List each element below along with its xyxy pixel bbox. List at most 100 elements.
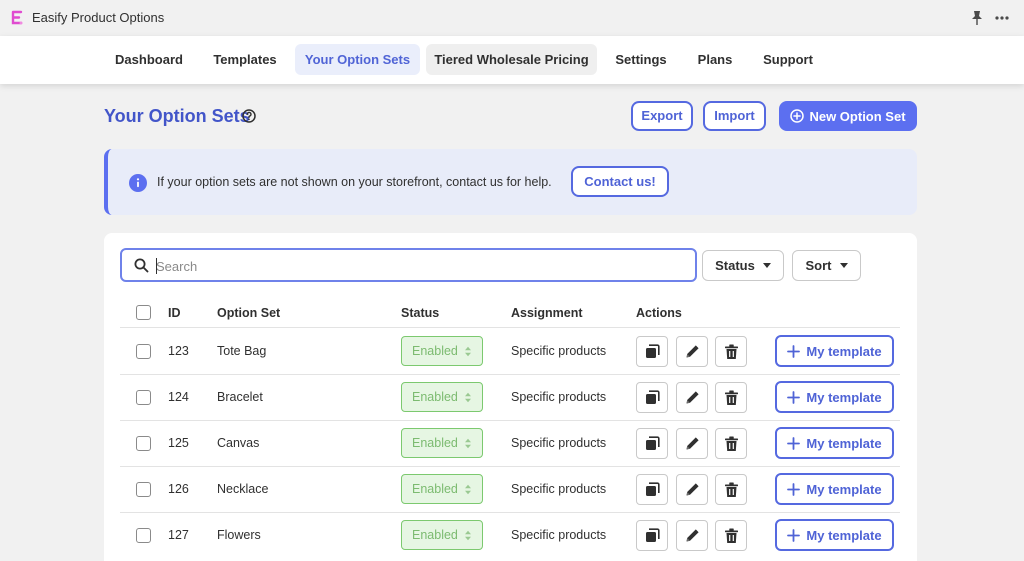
duplicate-icon	[645, 390, 660, 404]
plus-icon	[787, 436, 801, 450]
my-template-button[interactable]: My template	[775, 473, 894, 505]
tab-tiered-wholesale-pricing[interactable]: Tiered Wholesale Pricing	[426, 44, 597, 75]
search-input[interactable]	[156, 256, 686, 276]
banner-text: If your option sets are not shown on you…	[157, 175, 552, 189]
row-option-set-name: Canvas	[217, 436, 260, 450]
row-checkbox[interactable]	[136, 390, 151, 405]
edit-icon	[686, 345, 699, 358]
duplicate-icon	[645, 344, 660, 358]
info-icon	[129, 174, 147, 192]
import-button[interactable]: Import	[703, 101, 766, 131]
help-icon[interactable]	[242, 109, 256, 123]
edit-button[interactable]	[676, 382, 708, 413]
row-assignment: Specific products	[511, 482, 607, 496]
tab-support[interactable]: Support	[752, 44, 824, 75]
delete-button[interactable]	[715, 336, 747, 367]
option-sets-card: Status Sort ID Option Set Status Assignm…	[104, 233, 917, 561]
my-template-button[interactable]: My template	[775, 381, 894, 413]
row-status-select[interactable]: Enabled	[401, 428, 483, 458]
duplicate-button[interactable]	[636, 336, 668, 367]
row-status-select[interactable]: Enabled	[401, 520, 483, 550]
edit-button[interactable]	[676, 428, 708, 459]
edit-icon	[686, 529, 699, 542]
row-id: 126	[168, 482, 189, 496]
row-checkbox[interactable]	[136, 344, 151, 359]
row-assignment: Specific products	[511, 390, 607, 404]
delete-icon	[724, 482, 738, 497]
row-id: 127	[168, 528, 189, 542]
contact-us-button[interactable]: Contact us!	[571, 166, 669, 197]
select-all-checkbox[interactable]	[136, 305, 151, 320]
my-template-button[interactable]: My template	[775, 335, 894, 367]
sort-button[interactable]: Sort	[792, 250, 861, 281]
my-template-label: My template	[806, 435, 882, 451]
row-status-select[interactable]: Enabled	[401, 336, 483, 366]
table-row: 127 Flowers Enabled Specific products My…	[104, 512, 917, 558]
row-checkbox[interactable]	[136, 482, 151, 497]
tab-settings[interactable]: Settings	[605, 44, 677, 75]
edit-icon	[686, 437, 699, 450]
column-header-id: ID	[168, 306, 181, 320]
delete-icon	[724, 390, 738, 405]
row-option-set-name: Bracelet	[217, 390, 263, 404]
tab-templates[interactable]: Templates	[204, 44, 286, 75]
row-status-value: Enabled	[412, 344, 458, 358]
status-filter-button[interactable]: Status	[702, 250, 784, 281]
delete-button[interactable]	[715, 382, 747, 413]
pin-icon[interactable]	[970, 10, 984, 26]
tab-your-option-sets[interactable]: Your Option Sets	[295, 44, 420, 75]
my-template-button[interactable]: My template	[775, 519, 894, 551]
row-id: 124	[168, 390, 189, 404]
row-status-value: Enabled	[412, 390, 458, 404]
my-template-button[interactable]: My template	[775, 427, 894, 459]
delete-button[interactable]	[715, 474, 747, 505]
app-title: Easify Product Options	[32, 10, 165, 25]
table-row: 123 Tote Bag Enabled Specific products M…	[104, 328, 917, 374]
row-status-value: Enabled	[412, 482, 458, 496]
select-arrows-icon	[465, 392, 471, 403]
info-banner: If your option sets are not shown on you…	[104, 149, 917, 215]
select-arrows-icon	[465, 346, 471, 357]
edit-button[interactable]	[676, 520, 708, 551]
row-checkbox[interactable]	[136, 436, 151, 451]
export-button[interactable]: Export	[631, 101, 693, 131]
duplicate-button[interactable]	[636, 382, 668, 413]
more-icon[interactable]	[994, 10, 1010, 26]
plus-circle-icon	[790, 109, 805, 123]
new-option-set-label: New Option Set	[809, 108, 906, 124]
column-header-option-set: Option Set	[217, 306, 281, 320]
page-title: Your Option Sets	[104, 106, 250, 126]
duplicate-button[interactable]	[636, 474, 668, 505]
delete-button[interactable]	[715, 520, 747, 551]
table-row: 125 Canvas Enabled Specific products My …	[104, 420, 917, 466]
duplicate-button[interactable]	[636, 428, 668, 459]
main-nav: Dashboard Templates Your Option Sets Tie…	[0, 36, 1024, 84]
sort-label: Sort	[805, 258, 832, 273]
edit-button[interactable]	[676, 336, 708, 367]
select-arrows-icon	[465, 530, 471, 541]
row-assignment: Specific products	[511, 344, 607, 358]
delete-icon	[724, 344, 738, 359]
duplicate-button[interactable]	[636, 520, 668, 551]
duplicate-icon	[645, 436, 660, 450]
edit-icon	[686, 391, 699, 404]
row-assignment: Specific products	[511, 436, 607, 450]
plus-icon	[787, 390, 801, 404]
row-status-select[interactable]: Enabled	[401, 382, 483, 412]
row-option-set-name: Necklace	[217, 482, 269, 496]
tab-plans[interactable]: Plans	[687, 44, 743, 75]
delete-button[interactable]	[715, 428, 747, 459]
tab-dashboard[interactable]: Dashboard	[104, 44, 194, 75]
search-icon	[134, 258, 149, 273]
row-option-set-name: Flowers	[217, 528, 261, 542]
row-status-select[interactable]: Enabled	[401, 474, 483, 504]
row-id: 123	[168, 344, 189, 358]
row-option-set-name: Tote Bag	[217, 344, 267, 358]
search-box[interactable]	[120, 248, 697, 282]
duplicate-icon	[645, 528, 660, 542]
column-header-status: Status	[401, 306, 440, 320]
row-id: 125	[168, 436, 189, 450]
row-checkbox[interactable]	[136, 528, 151, 543]
edit-button[interactable]	[676, 474, 708, 505]
new-option-set-button[interactable]: New Option Set	[779, 101, 917, 131]
